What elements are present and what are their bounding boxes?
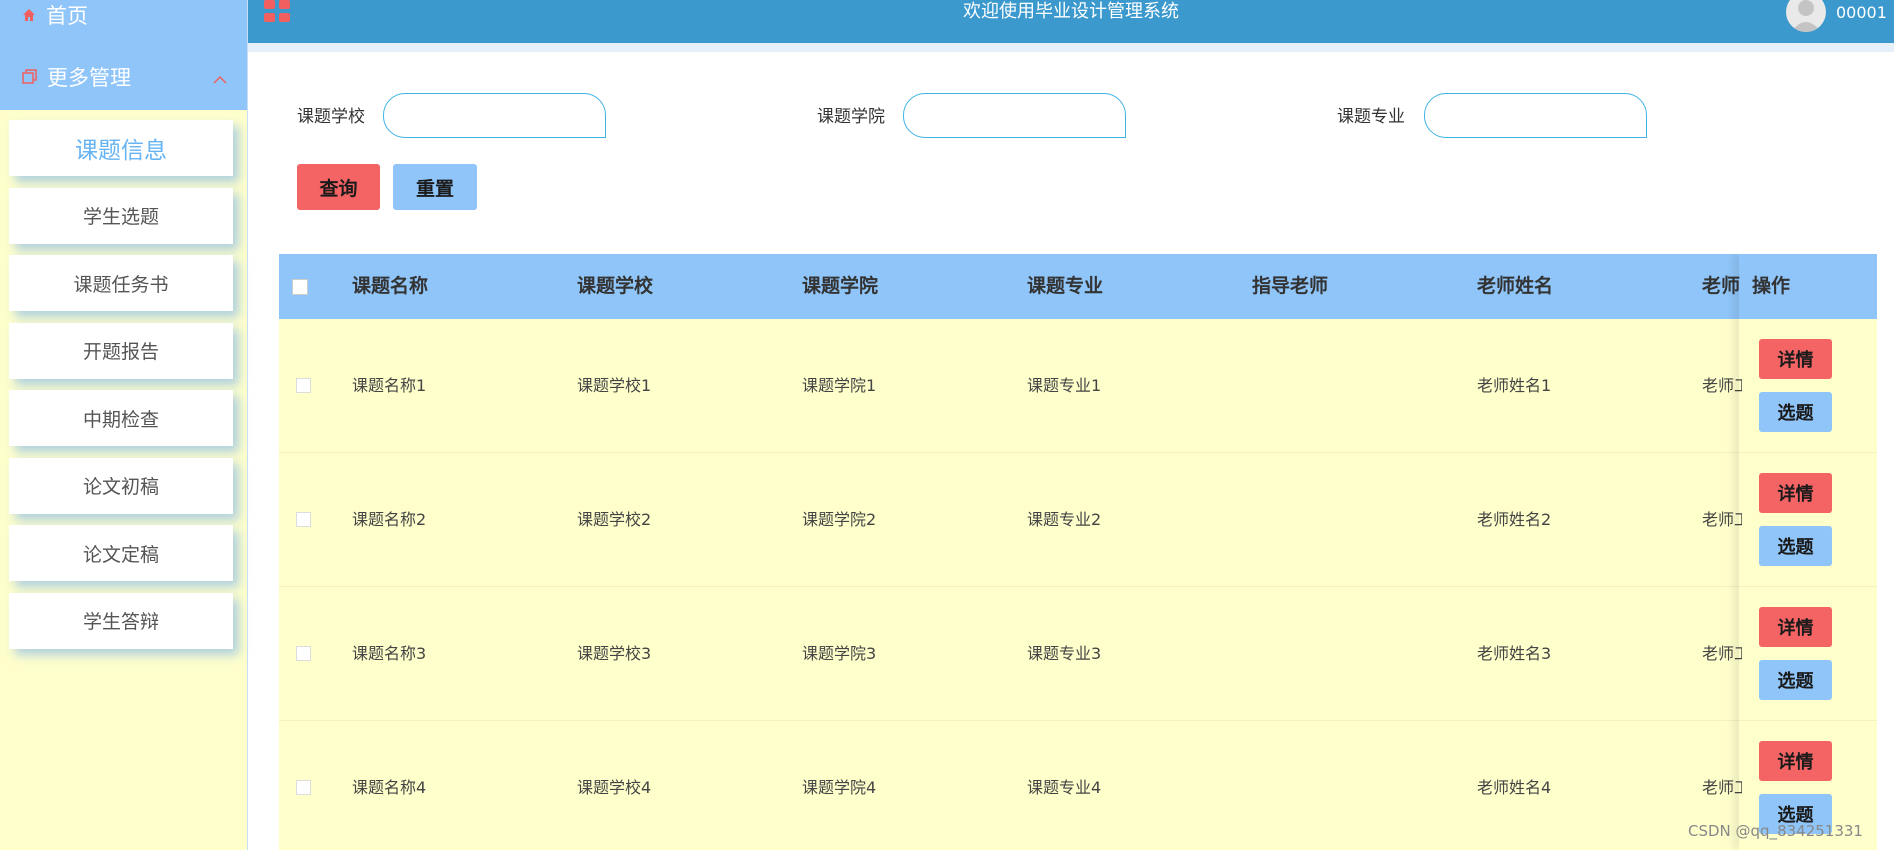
col-topic-college[interactable]: 课题学院 [802,254,878,319]
sidebar-item-topic-info[interactable]: 课题信息 [9,120,233,176]
col-teacher-name[interactable]: 老师姓名 [1477,254,1553,319]
sidebar-item-defense[interactable]: 学生答辩 [9,592,233,649]
table-row: 课题名称2 课题学校2 课题学院2 课题专业2 老师姓名2 老师工 详情 选题 [279,453,1877,587]
col-topic-school[interactable]: 课题学校 [577,254,653,319]
cell-topic-major: 课题专业4 [1027,778,1102,797]
cell-topic-school: 课题学校2 [577,510,652,529]
detail-button[interactable]: 详情 [1759,473,1832,513]
col-advisor[interactable]: 指导老师 [1252,254,1328,319]
query-button[interactable]: 查询 [297,164,380,210]
select-topic-button[interactable]: 选题 [1759,392,1832,432]
avatar[interactable] [1786,0,1826,32]
col-topic-major[interactable]: 课题专业 [1027,254,1103,319]
cell-topic-college: 课题学院4 [802,778,877,797]
cell-teacher-extra: 老师工 [1702,644,1742,663]
sidebar: 首页 更多管理 课题信息 学生选题 课题任务书 开题报告 中期检查 论文初稿 论… [0,0,247,850]
cell-teacher-name: 老师姓名2 [1477,510,1552,529]
major-label: 课题专业 [1337,107,1405,127]
detail-button[interactable]: 详情 [1759,607,1832,647]
college-label: 课题学院 [817,107,885,127]
cell-topic-name: 课题名称2 [352,510,427,529]
sidebar-home[interactable]: 首页 [22,0,88,30]
col-topic-name[interactable]: 课题名称 [352,254,428,319]
header-strip [248,43,1894,52]
row-checkbox[interactable] [296,646,311,661]
col-teacher-extra[interactable]: 老师 [1702,254,1742,319]
cell-teacher-name: 老师姓名3 [1477,644,1552,663]
cell-topic-college: 课题学院3 [802,644,877,663]
username[interactable]: 00001 [1836,3,1887,22]
school-input[interactable] [383,93,606,138]
topic-table: 课题名称 课题学校 课题学院 课题专业 指导老师 老师姓名 老师 操作 课题名称… [279,254,1877,850]
row-checkbox[interactable] [296,780,311,795]
sidebar-item-proposal-report[interactable]: 开题报告 [9,322,233,379]
reset-button[interactable]: 重置 [393,164,477,210]
cell-teacher-name: 老师姓名1 [1477,376,1552,395]
table-header: 课题名称 课题学校 课题学院 课题专业 指导老师 老师姓名 老师 操作 [279,254,1877,319]
cell-topic-major: 课题专业2 [1027,510,1102,529]
cell-teacher-extra: 老师工 [1702,376,1742,395]
major-input[interactable] [1424,93,1647,138]
sidebar-more-label: 更多管理 [47,66,131,90]
cell-topic-major: 课题专业1 [1027,376,1102,395]
sidebar-more-management[interactable]: 更多管理 [22,62,227,92]
row-checkbox[interactable] [296,378,311,393]
select-topic-button[interactable]: 选题 [1759,526,1832,566]
detail-button[interactable]: 详情 [1759,741,1832,781]
select-topic-button[interactable]: 选题 [1759,660,1832,700]
sidebar-home-label: 首页 [46,4,88,28]
cell-topic-college: 课题学院2 [802,510,877,529]
col-operations: 操作 [1752,275,1791,297]
sidebar-top: 首页 更多管理 [0,0,247,110]
watermark: CSDN @qq_834251331 [1688,822,1863,840]
cell-topic-major: 课题专业3 [1027,644,1102,663]
top-header: 欢迎使用毕业设计管理系统 00001 [248,0,1894,43]
sidebar-item-final-draft[interactable]: 论文定稿 [9,525,233,581]
chevron-up-icon[interactable] [213,66,227,90]
table-row: 课题名称4 课题学校4 课题学院4 课题专业4 老师姓名4 老师工 详情 选题 [279,721,1877,850]
search-panel [248,52,1894,252]
cell-topic-school: 课题学校4 [577,778,652,797]
college-input[interactable] [903,93,1126,138]
app-title: 欢迎使用毕业设计管理系统 [963,1,1179,22]
cell-topic-college: 课题学院1 [802,376,877,395]
cell-topic-school: 课题学校1 [577,376,652,395]
cell-teacher-name: 老师姓名4 [1477,778,1552,797]
table-row: 课题名称3 课题学校3 课题学院3 课题专业3 老师姓名3 老师工 详情 选题 [279,587,1877,721]
detail-button[interactable]: 详情 [1759,339,1832,379]
row-checkbox[interactable] [296,512,311,527]
table-row: 课题名称1 课题学校1 课题学院1 课题专业1 老师姓名1 老师工 详情 选题 [279,319,1877,453]
cell-teacher-extra: 老师工 [1702,510,1742,529]
cell-topic-school: 课题学校3 [577,644,652,663]
cell-topic-name: 课题名称1 [352,376,427,395]
copy-icon [22,65,37,89]
sidebar-item-student-selection[interactable]: 学生选题 [9,187,233,244]
sidebar-item-task-book[interactable]: 课题任务书 [9,255,233,311]
cell-topic-name: 课题名称4 [352,778,427,797]
select-all-checkbox[interactable] [292,279,308,295]
sidebar-item-first-draft[interactable]: 论文初稿 [9,457,233,514]
home-icon [22,3,36,27]
school-label: 课题学校 [297,107,365,127]
cell-topic-name: 课题名称3 [352,644,427,663]
sidebar-item-midterm-check[interactable]: 中期检查 [9,390,233,446]
sidebar-menu: 课题信息 学生选题 课题任务书 开题报告 中期检查 论文初稿 论文定稿 学生答辩 [9,120,233,660]
